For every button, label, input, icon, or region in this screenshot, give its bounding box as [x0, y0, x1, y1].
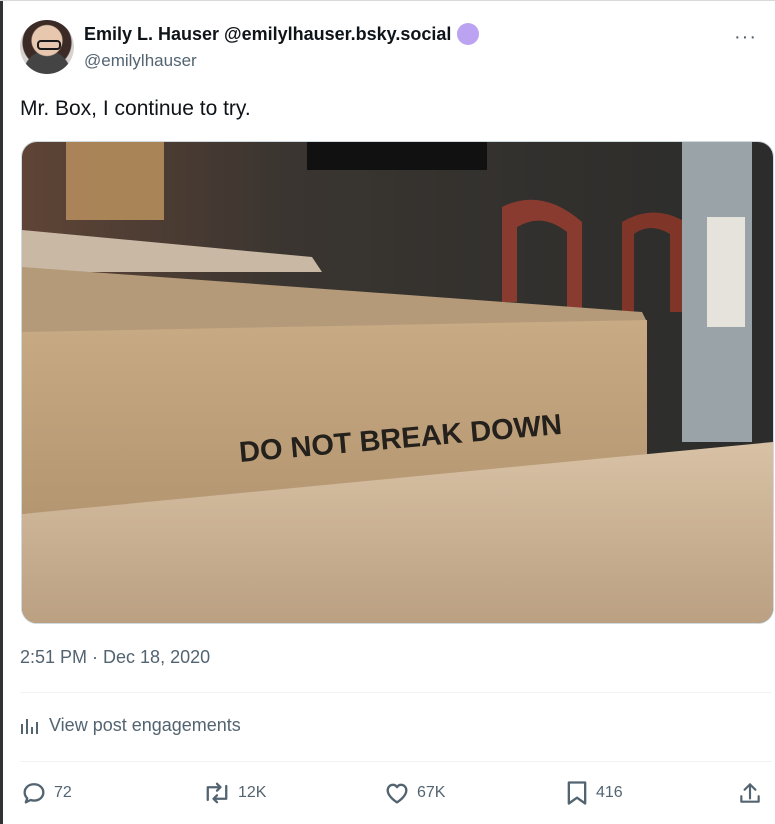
- reply-button[interactable]: 72: [20, 779, 72, 807]
- view-engagements-label: View post engagements: [49, 715, 241, 735]
- like-count: 67K: [417, 784, 446, 801]
- like-button[interactable]: 67K: [383, 779, 445, 807]
- post-header: Emily L. Hauser @emilylhauser.bsky.socia…: [20, 20, 775, 76]
- share-button[interactable]: [737, 779, 763, 807]
- reply-icon: [23, 783, 45, 804]
- bookmark-button[interactable]: 416: [564, 779, 623, 807]
- post-text: Mr. Box, I continue to try.: [20, 97, 251, 120]
- box-photo: DO NOT BREAK DOWN: [22, 142, 773, 623]
- repost-icon: [206, 782, 228, 804]
- repost-count: 12K: [238, 784, 267, 801]
- repost-button[interactable]: 12K: [202, 779, 266, 807]
- post-timestamp[interactable]: 2:51 PM · Dec 18, 2020: [20, 647, 210, 668]
- avatar[interactable]: [20, 20, 74, 74]
- verified-badge-icon: [457, 23, 480, 45]
- post-actions: 72 12K 67K 416: [20, 779, 770, 813]
- left-border: [0, 0, 3, 824]
- author-display-name[interactable]: Emily L. Hauser @emilylhauser.bsky.socia…: [84, 24, 451, 45]
- author-name-line: Emily L. Hauser @emilylhauser.bsky.socia…: [84, 23, 480, 45]
- divider-top: [20, 692, 772, 693]
- top-border: [0, 0, 775, 1]
- bookmark-count: 416: [596, 784, 623, 801]
- avatar-glasses: [37, 40, 61, 50]
- bookmark-icon: [567, 781, 587, 805]
- divider-bottom: [20, 761, 772, 762]
- like-icon: [386, 783, 408, 804]
- reply-count: 72: [54, 784, 72, 801]
- analytics-icon: [21, 718, 38, 734]
- more-icon[interactable]: ···: [734, 26, 757, 49]
- view-engagements-link[interactable]: View post engagements: [20, 715, 241, 736]
- author-handle[interactable]: @emilylhauser: [84, 51, 197, 71]
- share-icon: [740, 783, 760, 803]
- post-image[interactable]: DO NOT BREAK DOWN: [21, 141, 774, 624]
